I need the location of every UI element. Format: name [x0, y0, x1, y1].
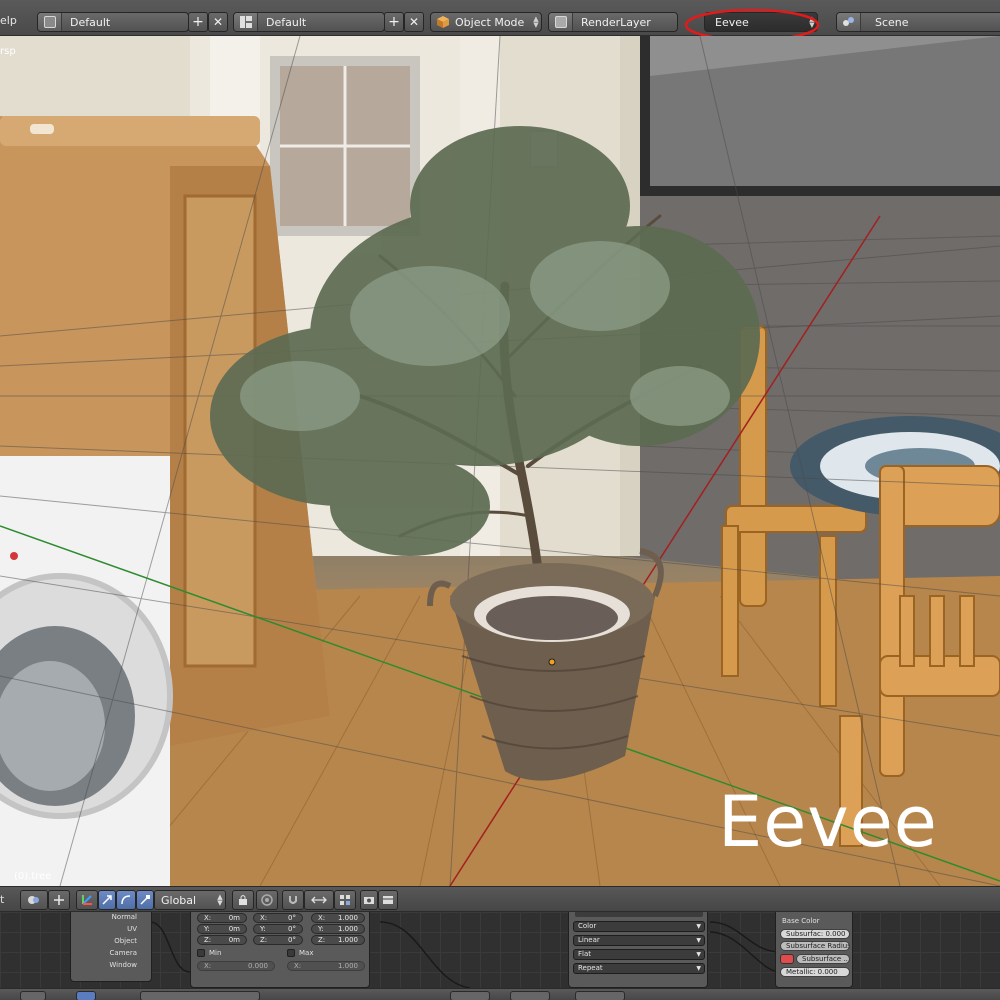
- min-checkbox[interactable]: [197, 949, 205, 957]
- layout-grid-icon: [234, 13, 258, 31]
- snap-element-button[interactable]: [48, 890, 70, 910]
- active-object-label: (0).tree: [14, 871, 52, 882]
- frame-range-controls[interactable]: [575, 991, 625, 1000]
- rotation-x-field[interactable]: X: 0°: [253, 913, 303, 923]
- subsurface-field[interactable]: Subsurfac: 0.000: [780, 929, 850, 939]
- rotation-z-field[interactable]: Z: 0°: [253, 935, 303, 945]
- scene-icon: [837, 13, 861, 31]
- base-color-label: Base Color: [782, 917, 820, 925]
- chevron-updown-icon: ▲ ▼: [533, 15, 539, 29]
- add-layout-button[interactable]: +: [384, 12, 404, 32]
- layer-lock-icon[interactable]: [232, 890, 254, 910]
- view-name-label: rsp: [0, 46, 16, 57]
- node-editor[interactable]: Normal UV Object Camera Window X: 0m Y: 0m…: [0, 912, 1000, 988]
- projection-select[interactable]: Flat ▼: [573, 949, 705, 960]
- screen-layout-icon: [38, 13, 62, 31]
- viewport-scene: [0, 36, 1000, 886]
- info-header: elp Default + ✕ Default + ✕ Object Mode …: [0, 0, 1000, 42]
- proportional-edit-icon[interactable]: [256, 890, 278, 910]
- socket-normal: Normal: [111, 913, 137, 921]
- min-x-field[interactable]: X: 0.000: [197, 961, 275, 971]
- scale-y-field[interactable]: Y: 1.000: [311, 924, 365, 934]
- subsurface-color-field[interactable]: Subsurface ...: [796, 954, 850, 964]
- max-checkbox[interactable]: [287, 949, 295, 957]
- magnet-snap-icon[interactable]: [282, 890, 304, 910]
- timeline-header-strip: [0, 988, 1000, 1000]
- mode-selector[interactable]: Object Mode ▲ ▼: [430, 12, 542, 32]
- playback-controls[interactable]: [450, 991, 490, 1000]
- pivot-point-button[interactable]: [20, 890, 48, 910]
- image-texture-node[interactable]: Color ▼ Linear ▼ Flat ▼ Repeat ▼: [568, 912, 708, 988]
- texture-coordinate-node[interactable]: Normal UV Object Camera Window: [70, 912, 152, 982]
- transform-orientation-selector[interactable]: Global ▲ ▼: [154, 890, 226, 910]
- header-menu-partial[interactable]: t: [0, 893, 4, 906]
- 3d-view-header: t Global ▲ ▼: [0, 886, 1000, 912]
- 3d-viewport[interactable]: rsp (0).tree Eevee: [0, 36, 1000, 886]
- mode-value: Object Mode: [455, 15, 525, 29]
- min-label: Min: [209, 949, 222, 957]
- screen-layout-selector[interactable]: Default: [37, 12, 189, 32]
- subsurface-color-swatch[interactable]: [780, 954, 794, 964]
- translate-manipulator-icon[interactable]: [98, 890, 116, 910]
- subsurface-radius-field[interactable]: Subsurface Radius: [780, 941, 850, 951]
- editor-type-button[interactable]: [20, 991, 46, 1000]
- location-z-field[interactable]: Z: 0m: [197, 935, 247, 945]
- interpolation-select[interactable]: Linear ▼: [573, 935, 705, 946]
- location-x-field[interactable]: X: 0m: [197, 913, 247, 923]
- color-space-select[interactable]: Color ▼: [573, 921, 705, 932]
- scale-x-field[interactable]: X: 1.000: [311, 913, 365, 923]
- view-menu-button[interactable]: [76, 991, 96, 1000]
- scale-z-field[interactable]: Z: 1.000: [311, 935, 365, 945]
- editor-layout-selector[interactable]: Default: [233, 12, 385, 32]
- render-layer-value: RenderLayer: [581, 15, 651, 29]
- render-layer-selector[interactable]: RenderLayer: [548, 12, 678, 32]
- add-screen-button[interactable]: +: [188, 12, 208, 32]
- grid-layers-icon[interactable]: [334, 890, 356, 910]
- editor-layout-value: Default: [266, 15, 307, 29]
- socket-object: Object: [114, 937, 137, 945]
- rotate-manipulator-icon[interactable]: [116, 890, 136, 910]
- location-y-field[interactable]: Y: 0m: [197, 924, 247, 934]
- transform-orientation-value: Global: [161, 893, 197, 907]
- image-selector[interactable]: [575, 912, 703, 917]
- render-image-icon[interactable]: [360, 890, 378, 910]
- scene-selector[interactable]: Scene: [836, 12, 1000, 32]
- socket-window: Window: [109, 961, 137, 969]
- socket-uv: UV: [127, 925, 137, 933]
- scene-value: Scene: [875, 15, 909, 29]
- remove-screen-button[interactable]: ✕: [208, 12, 228, 32]
- keyframe-controls[interactable]: [510, 991, 550, 1000]
- snap-target-selector[interactable]: [304, 890, 334, 910]
- chevron-updown-icon: ▲ ▼: [217, 893, 223, 907]
- remove-layout-button[interactable]: ✕: [404, 12, 424, 32]
- engine-watermark-text: Eevee: [718, 781, 938, 863]
- screen-layout-value: Default: [70, 15, 111, 29]
- max-x-field[interactable]: X: 1.000: [287, 961, 365, 971]
- render-layer-icon: [549, 13, 573, 31]
- rotation-y-field[interactable]: Y: 0°: [253, 924, 303, 934]
- socket-camera: Camera: [109, 949, 137, 957]
- principled-bsdf-node[interactable]: Base Color Subsurfac: 0.000 Subsurface R…: [775, 912, 853, 988]
- cube-icon: [431, 13, 455, 31]
- mapping-node[interactable]: X: 0m Y: 0m Z: 0m X: 0° Y: 0° Z: 0° X: 1.000 Y:…: [190, 912, 370, 988]
- help-menu[interactable]: elp: [0, 14, 17, 27]
- scale-manipulator-icon[interactable]: [136, 890, 154, 910]
- metallic-field[interactable]: Metallic: 0.000: [780, 967, 850, 977]
- manipulator-toggle-icon[interactable]: [76, 890, 98, 910]
- max-label: Max: [299, 949, 314, 957]
- menu-strip-button[interactable]: [140, 991, 260, 1000]
- render-animation-icon[interactable]: [378, 890, 398, 910]
- extension-select[interactable]: Repeat ▼: [573, 963, 705, 974]
